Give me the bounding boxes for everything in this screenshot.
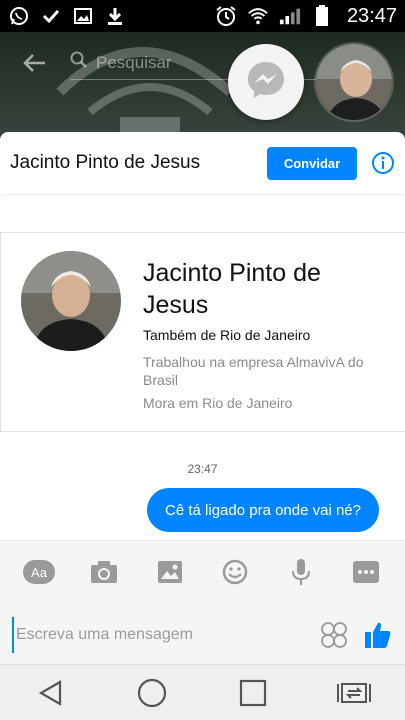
alarm-icon [215,5,237,27]
search-icon [70,51,88,74]
svg-text:Aa: Aa [31,565,48,580]
like-icon[interactable] [363,620,393,650]
profile-avatar [21,251,121,351]
switch-app-icon[interactable] [332,671,376,715]
gallery-icon[interactable] [153,555,187,589]
recents-nav-icon[interactable] [231,671,275,715]
contact-name[interactable]: Jacinto Pinto de Jesus [10,152,267,174]
chat-body[interactable]: Jacinto Pinto de Jesus Também de Rio de … [0,194,405,540]
message-input[interactable] [12,617,305,653]
home-nav-icon[interactable] [130,671,174,715]
composer: Aa [0,540,405,664]
outgoing-message[interactable]: Cê tá ligado pra onde vai né? [147,488,379,532]
notification-icons [8,5,126,27]
info-icon[interactable] [371,151,395,175]
navigation-bar [0,664,405,720]
status-time: 23:47 [346,4,397,27]
messenger-button[interactable] [228,44,304,120]
whatsapp-icon [8,5,30,27]
signal-icon [279,5,301,27]
camera-icon[interactable] [87,555,121,589]
status-bar: 23:47 [0,0,405,32]
message-input-row [0,615,405,655]
profile-work: Trabalhou na empresa AlmavivA do Brasil [143,354,364,388]
sticker-icon[interactable] [319,620,349,650]
more-icon[interactable] [349,555,383,589]
microphone-icon[interactable] [284,555,318,589]
composer-tools: Aa [0,555,405,589]
aa-icon[interactable]: Aa [22,555,56,589]
profile-hometown: Também de Rio de Janeiro [143,327,311,343]
back-arrow-icon[interactable] [18,46,52,80]
invite-button[interactable]: Convidar [267,146,357,180]
back-nav-icon[interactable] [29,671,73,715]
profile-name: Jacinto Pinto de Jesus [143,259,321,319]
system-icons: 23:47 [215,5,397,28]
header-avatar[interactable] [314,42,394,122]
battery-icon [311,5,333,27]
search-placeholder: Pesquisar [96,52,172,72]
profile-photo [21,251,121,351]
image-icon [72,5,94,27]
chat-title-bar: Jacinto Pinto de Jesus Convidar [0,132,405,194]
download-icon [104,5,126,27]
profile-card: Jacinto Pinto de Jesus Também de Rio de … [0,232,405,432]
messenger-icon [245,59,287,106]
message-timestamp: 23:47 [187,462,218,476]
check-icon [40,5,62,27]
emoji-icon[interactable] [218,555,252,589]
wifi-icon [247,5,269,27]
profile-location: Mora em Rio de Janeiro [143,395,293,411]
